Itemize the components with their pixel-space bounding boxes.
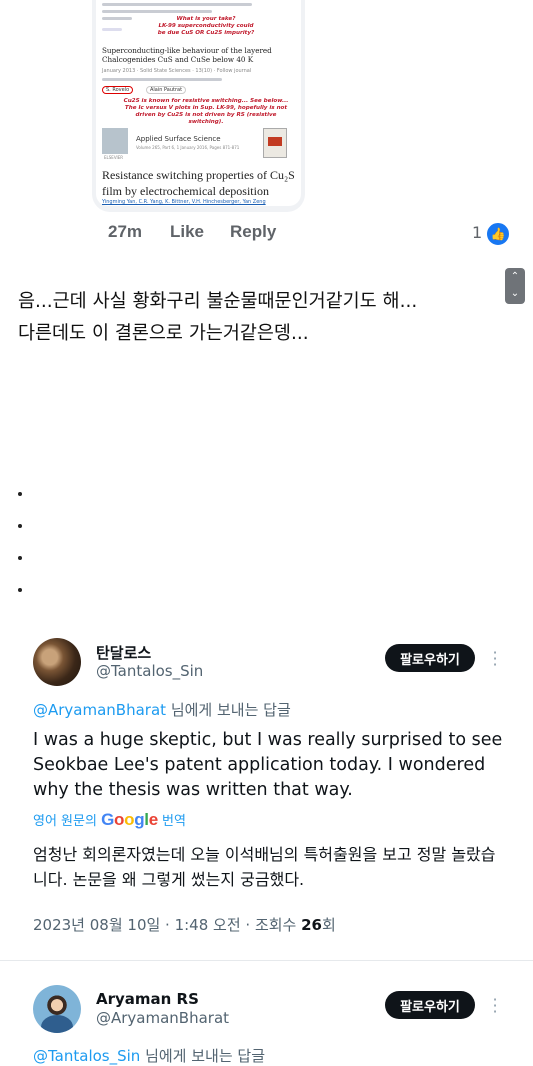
like-count[interactable]: 1 [472,223,482,242]
chevron-up-icon[interactable]: ⌃ [505,271,525,283]
divider [0,960,533,961]
google-logo: Google [101,810,158,829]
thumbs-up-icon[interactable]: 👍 [485,221,511,247]
meta-line [102,10,212,13]
author-chip: Alain Pautrat [146,86,187,94]
journal-name: Applied Surface Science [136,135,221,143]
mention-link[interactable]: @Tantalos_Sin [33,1047,140,1065]
translated-by[interactable]: 영어 원문의 Google 번역 [33,810,186,830]
translated-text: 엄청난 회의론자였는데 오늘 이석배님의 특허출원을 보고 정말 놀랐습니다. … [33,845,496,889]
ellipsis-dot [18,588,22,592]
comment-actions: 27m Like Reply 1 👍 [108,221,518,248]
tweet-author-handle[interactable]: @Tantalos_Sin [96,662,203,680]
translate-prefix: 영어 원문의 [33,814,102,829]
more-options-icon[interactable]: · · · [491,645,499,673]
replying-to: @Tantalos_Sin 님에게 보내는 답글 [33,1045,265,1066]
tweet-meta: 2023년 08월 10일 · 1:48 오전 · 조회수 26회 [33,914,336,935]
post-body-text: 음...근데 사실 황화구리 불순물때문인거같기도 해... 다른데도 이 결론… [18,291,418,344]
reply-suffix: 님에게 보내는 답글 [140,1047,266,1065]
meta-line [102,28,122,31]
paper-screenshot: What is your take? LK-99 superconductivi… [96,0,301,206]
tweet-author-name[interactable]: Aryaman RS [96,990,199,1008]
red-question-3: be due CuS OR Cu2S impurity? [157,30,255,36]
paper1-journal: January 2013 · Solid State Sciences · 13… [102,68,252,74]
tweet-text: I was a huge skeptic, but I was really s… [33,730,503,800]
reply-suffix: 님에게 보내는 답글 [166,701,291,719]
journal-cover [263,128,287,158]
more-options-icon[interactable]: · · · [491,992,499,1020]
comment-time[interactable]: 27m [108,222,142,242]
elsevier-label: ELSEVIER [104,155,124,160]
ellipsis-dot [18,524,22,528]
paper2-title: Resistance switching properties of Cu₂S … [102,168,295,198]
ellipsis-dot [18,492,22,496]
reply-link[interactable]: Reply [230,222,276,242]
chevron-down-icon[interactable]: ⌄ [505,288,525,300]
comment-image-bubble[interactable]: What is your take? LK-99 superconductivi… [92,0,305,212]
meta-line [102,78,222,81]
view-count: 26 [301,916,322,934]
red-annotation: Cu2S is known for resistive switching...… [123,98,289,125]
tweet-author-handle[interactable]: @AryamanBharat [96,1009,229,1027]
author-chip: S. Rovelo [102,86,134,94]
mention-link[interactable]: @AryamanBharat [33,701,166,719]
follow-button[interactable]: 팔로우하기 [385,644,475,672]
elsevier-logo [102,128,128,154]
scroll-control[interactable]: ⌃ ⌄ [505,268,525,304]
follow-button[interactable]: 팔로우하기 [385,991,475,1019]
view-suffix: 회 [322,916,336,934]
ellipsis-dot [18,556,22,560]
paper2-authors: Yingming Yan, C.R. Yang, K. Bittner, V.H… [102,199,266,205]
red-question-1: What is your take? [176,16,236,22]
paper1-title: Superconducting-like behaviour of the la… [102,46,272,64]
red-question-2: LK-99 superconductivity could [158,23,254,29]
translate-suffix: 번역 [157,814,186,829]
avatar[interactable] [33,638,81,686]
replying-to: @AryamanBharat 님에게 보내는 답글 [33,699,291,720]
meta-line [102,3,252,6]
avatar[interactable] [33,985,81,1033]
like-link[interactable]: Like [170,222,204,242]
tweet-timestamp[interactable]: 2023년 08월 10일 · 1:48 오전 · 조회수 [33,916,301,934]
journal-volume: Volume 265, Part 6, 1 January 2016, Page… [136,145,240,150]
tweet-author-name[interactable]: 탄달로스 [96,642,151,663]
